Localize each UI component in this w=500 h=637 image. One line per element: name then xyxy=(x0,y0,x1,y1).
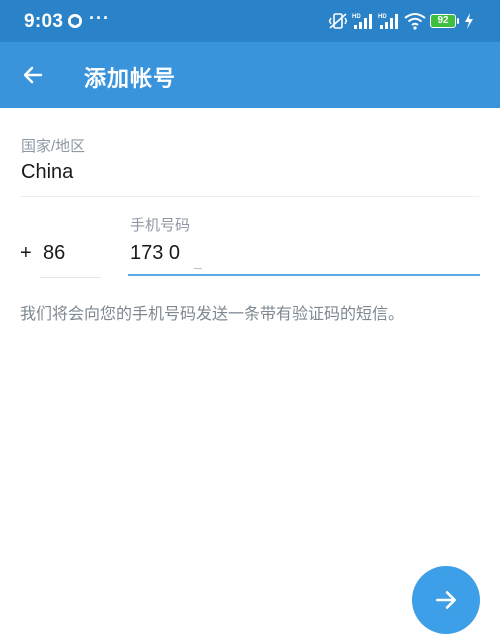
plus-sign: + xyxy=(20,242,32,264)
app-bar: 添加帐号 xyxy=(0,42,500,108)
wifi-icon xyxy=(404,13,426,30)
phone-format-hint xyxy=(194,268,202,269)
info-text: 我们将会向您的手机号码发送一条带有验证码的短信。 xyxy=(20,306,405,323)
phone-number-label: 手机号码 xyxy=(130,217,191,234)
back-button[interactable] xyxy=(12,54,54,96)
page-title: 添加帐号 xyxy=(84,66,177,91)
country-label: 国家/地区 xyxy=(21,138,86,155)
country-code-underline xyxy=(40,277,101,278)
next-button[interactable] xyxy=(412,566,480,634)
charging-icon xyxy=(465,13,473,29)
battery-icon: 92 xyxy=(430,14,459,28)
phone-number-input[interactable]: 173 0 xyxy=(130,242,180,265)
country-selector[interactable]: China xyxy=(21,161,73,184)
signal-1-icon: HD xyxy=(352,14,372,29)
country-code-input[interactable]: 86 xyxy=(43,242,65,265)
svg-text:HD: HD xyxy=(378,14,387,20)
status-time: 9:03 xyxy=(24,11,64,32)
status-bar: 9:03 ··· HD HD 92 xyxy=(0,0,500,42)
vibrate-icon xyxy=(328,13,348,29)
status-icons: HD HD 92 xyxy=(328,11,474,31)
arrow-left-icon xyxy=(23,66,43,84)
svg-text:HD: HD xyxy=(352,14,361,20)
divider xyxy=(21,196,479,197)
signal-2-icon: HD xyxy=(378,14,398,29)
more-notifications-icon: ··· xyxy=(89,8,110,28)
phone-number-underline xyxy=(128,274,480,276)
app-notification-icon xyxy=(68,14,82,28)
arrow-right-icon xyxy=(436,591,456,609)
